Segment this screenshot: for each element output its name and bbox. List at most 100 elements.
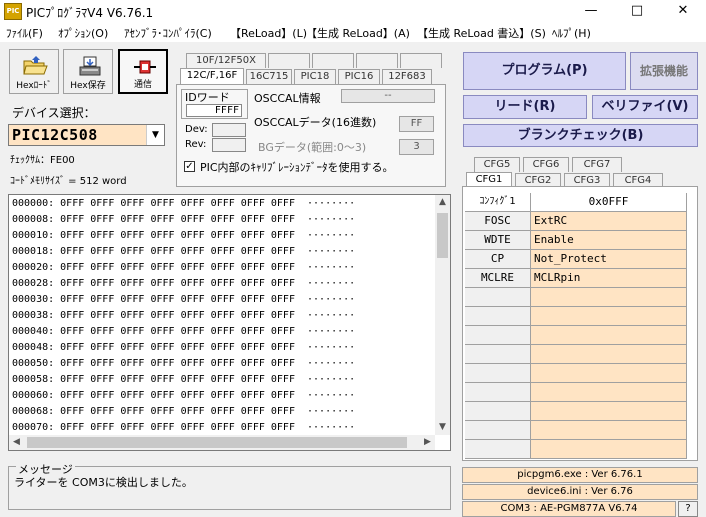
minimize-button[interactable]: — <box>568 0 614 22</box>
tab-pic18[interactable]: PIC18 <box>294 69 336 84</box>
config-empty-name <box>465 307 531 326</box>
menu-options[interactable]: ｵﾌﾟｼｮﾝ(O) <box>58 25 108 41</box>
window-title: PICﾌﾟﾛｸﾞﾗﾏV4 V6.76.1 <box>26 6 154 20</box>
hex-row: 000040: 0FFF 0FFF 0FFF 0FFF 0FFF 0FFF 0F… <box>12 326 356 337</box>
config-empty-name <box>465 288 531 307</box>
hex-row: 000000: 0FFF 0FFF 0FFF 0FFF 0FFF 0FFF 0F… <box>12 198 356 209</box>
config-header-name: ｺﾝﾌｨｸﾞ1 <box>465 193 531 212</box>
hex-load-label: Hexﾛｰﾄﾞ <box>16 81 52 91</box>
config-empty-value <box>531 421 687 440</box>
scroll-up-icon[interactable]: ▲ <box>435 195 450 210</box>
menu-generate-reload[interactable]: 【生成 ReLoad】(A) <box>306 25 410 41</box>
config-empty-name <box>465 402 531 421</box>
tab-blank-4[interactable] <box>400 53 442 68</box>
config-empty-value <box>531 440 687 459</box>
menu-help[interactable]: ﾍﾙﾌﾟ(H) <box>552 25 591 41</box>
exe-version-status: picpgm6.exe : Ver 6.76.1 <box>462 467 698 483</box>
calibration-checkbox[interactable]: ✓ <box>184 161 195 172</box>
extended-functions-button[interactable]: 拡張機能 <box>630 52 698 90</box>
config-empty-value <box>531 402 687 421</box>
tab-pic16[interactable]: PIC16 <box>338 69 380 84</box>
hex-save-button[interactable]: Hex保存 <box>63 49 113 94</box>
hex-row: 000028: 0FFF 0FFF 0FFF 0FFF 0FFF 0FFF 0F… <box>12 278 356 289</box>
idword-label: IDワード <box>185 91 230 104</box>
hex-row: 000018: 0FFF 0FFF 0FFF 0FFF 0FFF 0FFF 0F… <box>12 246 356 257</box>
tab-10f-12f50x[interactable]: 10F/12F50X <box>186 53 266 68</box>
osccal-data-field[interactable]: FF <box>399 116 434 132</box>
maximize-button[interactable]: □ <box>614 0 660 22</box>
config-empty-name <box>465 383 531 402</box>
config-value-fosc[interactable]: ExtRC <box>531 212 687 231</box>
folder-open-icon <box>23 56 48 75</box>
menu-assembler-compiler[interactable]: ｱｾﾝﾌﾞﾗ･ｺﾝﾊﾟｲﾗ(C) <box>124 25 212 41</box>
config-empty-name <box>465 364 531 383</box>
config-empty-value <box>531 326 687 345</box>
verify-button[interactable]: ベリファイ(V) <box>592 95 698 119</box>
config-name-wdte: WDTE <box>465 231 531 250</box>
tab-16c715[interactable]: 16C715 <box>246 69 292 84</box>
dev-label: Dev: <box>185 124 208 135</box>
hex-row: 000010: 0FFF 0FFF 0FFF 0FFF 0FFF 0FFF 0F… <box>12 230 356 241</box>
tab-blank-2[interactable] <box>312 53 354 68</box>
osccal-info-label: OSCCAL情報 <box>254 92 321 105</box>
com-port-status: COM3 : AE-PGM877A V6.74 <box>462 501 676 517</box>
checksum-text: ﾁｪｯｸｻﾑ：FE00 <box>10 155 75 166</box>
tab-12f683[interactable]: 12F683 <box>382 69 432 84</box>
communication-label: 通信 <box>133 80 152 90</box>
osccal-info-field: -- <box>341 89 435 103</box>
hex-row: 000060: 0FFF 0FFF 0FFF 0FFF 0FFF 0FFF 0F… <box>12 390 356 401</box>
calibration-label: PIC内部のｷｬﾘﾌﾞﾚｰｼｮﾝﾃﾞｰﾀを使用する。 <box>200 161 394 174</box>
hex-dump-view[interactable]: 000000: 0FFF 0FFF 0FFF 0FFF 0FFF 0FFF 0F… <box>8 194 451 451</box>
message-text: ライターを COM3に検出しました。 <box>14 476 193 489</box>
hex-save-label: Hex保存 <box>70 81 106 91</box>
tab-blank-3[interactable] <box>356 53 398 68</box>
tab-cfg5[interactable]: CFG5 <box>474 157 520 172</box>
config-empty-value <box>531 383 687 402</box>
config-empty-value <box>531 307 687 326</box>
menu-reload[interactable]: 【ReLoad】(L) <box>230 25 307 41</box>
bg-data-label: BGデータ(範囲:0〜3) <box>258 141 367 154</box>
code-memory-size-text: ｺｰﾄﾞﾒﾓﾘｻｲｽﾞ = 512 word <box>10 176 127 187</box>
device-select-label: デバイス選択： <box>12 106 96 120</box>
device-select-value: PIC12C508 <box>12 126 98 144</box>
communication-button[interactable]: 通信 <box>118 49 168 94</box>
config-empty-name <box>465 345 531 364</box>
bg-data-field[interactable]: 3 <box>399 139 434 155</box>
scroll-down-icon[interactable]: ▼ <box>435 420 450 435</box>
hex-row: 000008: 0FFF 0FFF 0FFF 0FFF 0FFF 0FFF 0F… <box>12 214 356 225</box>
scroll-left-icon[interactable]: ◀ <box>9 435 24 450</box>
tab-cfg6[interactable]: CFG6 <box>523 157 569 172</box>
tab-blank-1[interactable] <box>268 53 310 68</box>
osccal-data-label: OSCCALデータ(16進数) <box>254 116 377 129</box>
hex-vertical-scroll-thumb[interactable] <box>437 213 448 258</box>
config-empty-name <box>465 421 531 440</box>
config-name-cp: CP <box>465 250 531 269</box>
config-name-fosc: FOSC <box>465 212 531 231</box>
config-empty-name <box>465 326 531 345</box>
close-button[interactable]: ✕ <box>660 0 706 22</box>
hex-row: 000020: 0FFF 0FFF 0FFF 0FFF 0FFF 0FFF 0F… <box>12 262 356 273</box>
hex-horizontal-scroll-thumb[interactable] <box>27 437 407 448</box>
hex-load-button[interactable]: Hexﾛｰﾄﾞ <box>9 49 59 94</box>
ini-version-status: device6.ini : Ver 6.76 <box>462 484 698 500</box>
config-value-cp[interactable]: Not_Protect <box>531 250 687 269</box>
program-button[interactable]: プログラム(P) <box>463 52 626 90</box>
idword-field[interactable]: FFFF <box>186 104 242 117</box>
config-value-mclre[interactable]: MCLRpin <box>531 269 687 288</box>
hex-row: 000048: 0FFF 0FFF 0FFF 0FFF 0FFF 0FFF 0F… <box>12 342 356 353</box>
hex-row: 000058: 0FFF 0FFF 0FFF 0FFF 0FFF 0FFF 0F… <box>12 374 356 385</box>
config-value-wdte[interactable]: Enable <box>531 231 687 250</box>
menu-generate-reload-write[interactable]: 【生成 ReLoad 書込】(S) <box>417 25 546 41</box>
connector-icon <box>134 60 156 74</box>
device-select[interactable]: PIC12C508 ▼ <box>8 124 165 146</box>
menu-file[interactable]: ﾌｧｲﾙ(F) <box>6 25 43 41</box>
tab-cfg7[interactable]: CFG7 <box>572 157 622 172</box>
config-empty-value <box>531 288 687 307</box>
blank-check-button[interactable]: ブランクチェック(B) <box>463 124 698 147</box>
read-button[interactable]: リード(R) <box>463 95 587 119</box>
scroll-right-icon[interactable]: ▶ <box>420 435 435 450</box>
tab-12c-f-16f[interactable]: 12C/F,16F <box>180 68 244 84</box>
chevron-down-icon[interactable]: ▼ <box>146 125 164 145</box>
config-empty-value <box>531 345 687 364</box>
help-button[interactable]: ? <box>678 501 698 517</box>
